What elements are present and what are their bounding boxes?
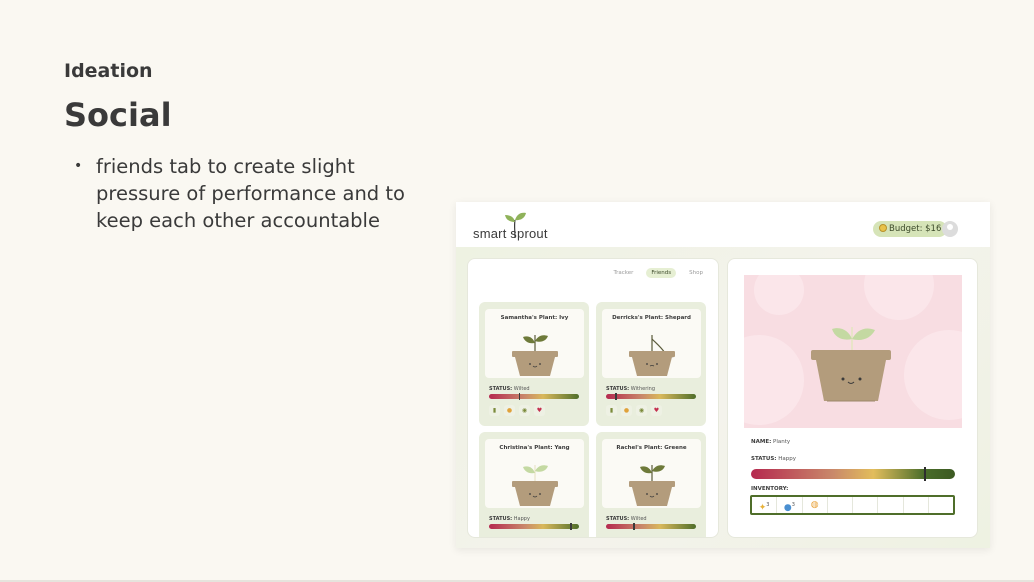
- comment-icon[interactable]: ◉: [519, 405, 530, 416]
- heart-icon[interactable]: ♥: [534, 405, 545, 416]
- water-icon[interactable]: ▮: [606, 405, 617, 416]
- sun-face-icon: ◍: [810, 500, 819, 510]
- budget-label: Budget: $16: [889, 224, 942, 234]
- friend-plant-image: Derricks's Plant: Shepard: [602, 309, 701, 378]
- sun-icon[interactable]: ●: [621, 405, 632, 416]
- reaction-row: ▮ ● ◉ ♥: [489, 405, 545, 416]
- plant-name: Planty: [773, 439, 791, 445]
- plant-hero-image: [744, 275, 962, 428]
- plant-pot-icon: [512, 335, 558, 376]
- friend-plant-name: Derricks's Plant: Shepard: [612, 315, 691, 321]
- inventory-slot[interactable]: ●3: [777, 497, 803, 513]
- friend-status: STATUS: Happy: [489, 516, 530, 522]
- plant-detail-panel: NAME: Planty STATUS: Happy INVENTORY: ✦3…: [727, 258, 978, 538]
- inventory-label-text: INVENTORY:: [751, 486, 789, 492]
- plant-pot-illustration: [811, 327, 891, 402]
- friend-card[interactable]: Rachel's Plant: Greene STATUS: Wilted: [596, 432, 706, 537]
- friend-status: STATUS: Wilted: [489, 386, 530, 392]
- friend-plant-name: Christina's Plant: Yang: [499, 445, 570, 451]
- inventory-slot[interactable]: [929, 497, 953, 513]
- friend-card[interactable]: Derricks's Plant: Shepard STATUS: Wither…: [596, 302, 706, 426]
- health-marker: [615, 393, 617, 400]
- friend-plant-image: Rachel's Plant: Greene: [602, 439, 701, 508]
- water-icon[interactable]: ▮: [489, 405, 500, 416]
- name-label: NAME:: [751, 439, 772, 445]
- avatar[interactable]: [942, 221, 958, 237]
- friend-health-bar: [489, 523, 579, 530]
- friend-health-bar: [606, 523, 696, 530]
- inventory-slot[interactable]: [904, 497, 929, 513]
- friend-plant-name: Rachel's Plant: Greene: [616, 445, 687, 451]
- slide-eyebrow: Ideation: [64, 60, 153, 82]
- bullet-list: friends tab to create slight pressure of…: [74, 153, 434, 234]
- friend-card[interactable]: Christina's Plant: Yang STATUS: Happy: [479, 432, 589, 537]
- inventory-slot[interactable]: [828, 497, 853, 513]
- bullet-item: friends tab to create slight pressure of…: [74, 153, 434, 234]
- app-body: Tracker Friends Shop Samantha's Plant: Ivy…: [456, 247, 990, 548]
- inventory-slot[interactable]: ✦3: [752, 497, 778, 513]
- app-logo[interactable]: smart sprout: [473, 226, 548, 241]
- friend-health-bar: [489, 393, 579, 400]
- tab-friends[interactable]: Friends: [646, 268, 677, 278]
- health-marker: [633, 523, 635, 530]
- inventory-label: INVENTORY:: [751, 486, 788, 492]
- inventory-slot[interactable]: ◍: [803, 497, 828, 513]
- friends-panel: Tracker Friends Shop Samantha's Plant: Ivy…: [467, 258, 719, 538]
- inventory-slot[interactable]: [878, 497, 904, 513]
- friend-plant-name: Samantha's Plant: Ivy: [500, 315, 569, 321]
- tab-tracker[interactable]: Tracker: [609, 268, 639, 278]
- plant-pot-icon: [512, 465, 558, 506]
- tab-bar: Tracker Friends Shop: [609, 268, 708, 278]
- sun-icon[interactable]: ●: [504, 405, 515, 416]
- health-bar: [751, 467, 955, 481]
- slide-title: Social: [64, 96, 172, 134]
- heart-icon[interactable]: ♥: [651, 405, 662, 416]
- friend-plant-image: Samantha's Plant: Ivy: [485, 309, 584, 378]
- inventory-slot[interactable]: [853, 497, 879, 513]
- item-count: 3: [766, 502, 770, 508]
- inventory-bar: ✦3 ●3 ◍: [750, 495, 955, 515]
- plant-name-row: NAME: Planty: [751, 439, 790, 445]
- tab-shop[interactable]: Shop: [684, 268, 708, 278]
- plant-status-row: STATUS: Happy: [751, 456, 796, 462]
- plant-pot-icon: [629, 465, 675, 506]
- plant-status: Happy: [778, 456, 796, 462]
- friend-card[interactable]: Samantha's Plant: Ivy STATUS: Wilted ▮ ● ◉ ♥: [479, 302, 589, 426]
- health-marker: [518, 393, 521, 400]
- friend-plant-image: Christina's Plant: Yang: [485, 439, 584, 508]
- reaction-row: ▮ ● ◉ ♥: [606, 405, 662, 416]
- item-count: 3: [791, 502, 795, 508]
- friend-status: STATUS: Withering: [606, 386, 655, 392]
- app-header: smart sprout Budget: $16: [456, 202, 990, 247]
- status-label: STATUS:: [751, 456, 777, 462]
- budget-badge[interactable]: Budget: $16: [873, 221, 948, 237]
- health-marker: [924, 467, 926, 481]
- comment-icon[interactable]: ◉: [636, 405, 647, 416]
- water-drop-icon: ●: [783, 503, 792, 513]
- plant-pot-icon: [629, 335, 675, 376]
- friend-status: STATUS: Wilted: [606, 516, 647, 522]
- health-marker: [570, 523, 572, 530]
- app-mockup: smart sprout Budget: $16 Tracker Friends S…: [456, 202, 990, 548]
- coin-icon: [879, 224, 887, 232]
- friend-health-bar: [606, 393, 696, 400]
